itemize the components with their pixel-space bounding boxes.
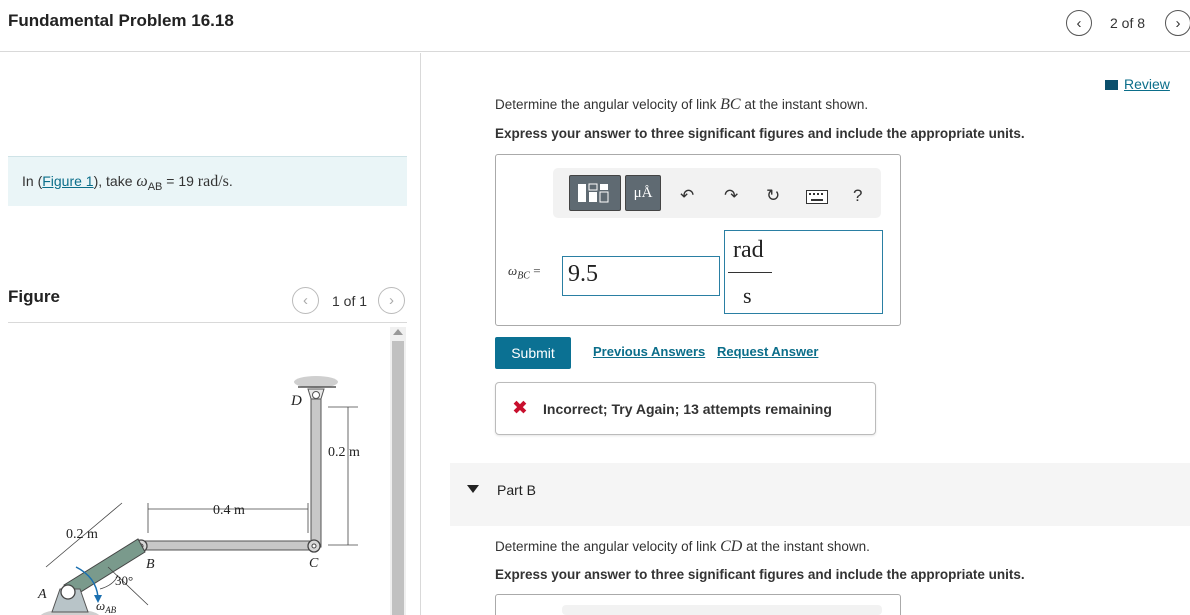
part-b-answer-box <box>495 594 901 615</box>
collapse-triangle-icon[interactable] <box>467 485 479 493</box>
book-icon <box>1105 80 1118 90</box>
label-d: D <box>290 393 302 409</box>
reset-icon[interactable]: ↻ <box>766 186 780 206</box>
figure-link[interactable]: Figure 1 <box>42 173 93 189</box>
part-a-link-name: BC <box>720 96 741 113</box>
link-bc <box>139 540 317 551</box>
omega-ab-sub: AB <box>104 605 116 615</box>
figure-divider <box>8 322 407 323</box>
figure-heading: Figure <box>8 287 60 306</box>
submit-button[interactable]: Submit <box>495 337 571 369</box>
part-b-toolbar <box>562 605 882 615</box>
undo-icon[interactable]: ↶ <box>680 186 694 206</box>
part-b-instruction: Express your answer to three significant… <box>495 567 1025 582</box>
omega-subscript: AB <box>147 180 163 193</box>
part-b-question-suffix: at the instant shown. <box>742 539 870 554</box>
given-statement: In (Figure 1), take ωAB = 19 rad/s. <box>8 156 407 206</box>
template-button[interactable] <box>569 175 621 211</box>
template-icon <box>578 183 609 203</box>
chevron-left-icon: ‹ <box>1076 14 1082 32</box>
scroll-thumb[interactable] <box>392 341 404 615</box>
label-len-cd: 0.2 m <box>328 445 360 460</box>
figure-count: 1 of 1 <box>332 293 368 309</box>
part-b-question: Determine the angular velocity of link C… <box>495 538 870 556</box>
chevron-left-icon: ‹ <box>303 292 308 309</box>
figure-next-button[interactable]: › <box>378 287 405 314</box>
pin-d <box>312 391 320 399</box>
given-prefix: In ( <box>22 173 43 189</box>
omega-ab-symbol: ω <box>96 598 105 613</box>
top-bar: Fundamental Problem 16.18 ‹ 2 of 8 › <box>0 0 1190 52</box>
given-suffix: ), take <box>93 173 137 189</box>
given-period: . <box>228 173 233 189</box>
label-len-ab: 0.2 m <box>66 527 98 542</box>
figure-scrollbar[interactable] <box>390 327 406 615</box>
part-b-question-prefix: Determine the angular velocity of link <box>495 539 721 554</box>
keyboard-icon[interactable] <box>806 189 828 209</box>
scroll-up-icon[interactable] <box>393 329 403 335</box>
unit-fraction-bar <box>728 272 772 273</box>
answer-box: μÅ ↶ ↷ ↻ ? ωBC = 9.5 rad s <box>495 154 901 326</box>
label-c: C <box>309 556 319 571</box>
variable-label: ωBC = <box>508 263 541 282</box>
variable-equals: = <box>529 263 541 278</box>
ceiling-support <box>294 376 338 388</box>
page-title: Fundamental Problem 16.18 <box>8 11 234 30</box>
given-equals: = 19 <box>162 173 198 189</box>
part-b-header[interactable]: Part B <box>450 463 1190 526</box>
feedback-message: Incorrect; Try Again; 13 attempts remain… <box>543 401 832 417</box>
figure-previous-button[interactable]: ‹ <box>292 287 319 314</box>
previous-item-button[interactable]: ‹ <box>1066 10 1092 36</box>
label-omega-ab: ωAB <box>96 598 117 615</box>
redo-icon[interactable]: ↷ <box>724 186 738 206</box>
chevron-right-icon: › <box>389 292 394 309</box>
label-angle: 30° <box>115 573 133 588</box>
review-label: Review <box>1124 76 1170 92</box>
part-a-question: Determine the angular velocity of link B… <box>495 96 868 114</box>
unit-denominator: s <box>743 283 752 308</box>
item-pager: 2 of 8 <box>1110 15 1146 31</box>
next-item-button[interactable]: › <box>1165 10 1190 36</box>
part-a-question-prefix: Determine the angular velocity of link <box>495 97 721 112</box>
chevron-right-icon: › <box>1175 14 1181 32</box>
review-link[interactable]: Review <box>1105 76 1170 92</box>
units-button[interactable]: μÅ <box>625 175 661 211</box>
part-a-question-suffix: at the instant shown. <box>740 97 869 112</box>
omega-symbol: ω <box>136 173 148 190</box>
variable-sub: BC <box>517 270 530 282</box>
mechanism-figure: D B C A 0.4 m 0.2 m 0.2 m 30° ωAB <box>37 376 360 615</box>
left-panel: In (Figure 1), take ωAB = 19 rad/s. Figu… <box>0 53 421 615</box>
label-a: A <box>37 587 47 602</box>
link-cd <box>310 398 322 548</box>
error-icon: ✖ <box>512 398 528 419</box>
label-len-bc: 0.4 m <box>213 503 245 518</box>
part-b-label: Part B <box>497 482 536 498</box>
variable-symbol: ω <box>508 263 518 278</box>
unit-numerator: rad <box>733 237 764 263</box>
units-input[interactable]: rad s <box>724 230 883 314</box>
feedback-box: ✖ Incorrect; Try Again; 13 attempts rema… <box>495 382 876 435</box>
part-a-instruction: Express your answer to three significant… <box>495 126 1025 141</box>
part-b-link-name: CD <box>720 538 743 555</box>
help-button[interactable]: ? <box>853 186 862 206</box>
pin-a <box>60 584 76 600</box>
given-units: rad/s <box>197 173 229 190</box>
request-answer-link[interactable]: Request Answer <box>717 344 818 359</box>
previous-answers-link[interactable]: Previous Answers <box>593 344 705 359</box>
label-b: B <box>146 557 155 572</box>
value-input[interactable]: 9.5 <box>562 256 720 296</box>
